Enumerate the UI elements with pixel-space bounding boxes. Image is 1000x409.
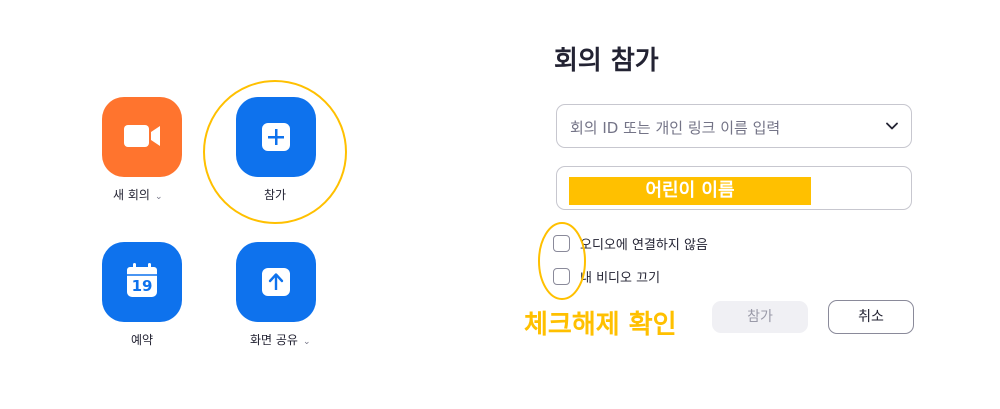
name-value: 어린이 이름 (569, 177, 811, 205)
schedule-tile[interactable]: 19 (102, 242, 182, 322)
calendar-day: 19 (131, 277, 153, 295)
meeting-id-placeholder: 회의 ID 또는 개인 링크 이름 입력 (570, 119, 781, 137)
join-button[interactable]: 참가 (712, 301, 808, 333)
cancel-button[interactable]: 취소 (828, 300, 914, 334)
share-screen-label[interactable]: 화면 공유 ⌄ (250, 331, 311, 348)
uncheck-annotation: 체크해제 확인 (524, 310, 677, 340)
share-screen-tile[interactable] (236, 242, 316, 322)
join-label: 참가 (264, 188, 287, 202)
dialog-title: 회의 참가 (554, 46, 659, 76)
schedule-label: 예약 (131, 333, 154, 347)
new-meeting-label[interactable]: 새 회의 ⌄ (113, 186, 162, 203)
chevron-down-icon[interactable] (885, 119, 899, 133)
name-input[interactable]: 어린이 이름 (556, 166, 912, 210)
upload-arrow-icon (262, 268, 290, 296)
join-tile[interactable] (236, 97, 316, 177)
video-off-label[interactable]: 내 비디오 끄기 (580, 267, 660, 286)
new-meeting-tile[interactable] (102, 97, 182, 177)
meeting-id-input[interactable]: 회의 ID 또는 개인 링크 이름 입력 (556, 104, 912, 148)
plus-icon (262, 123, 290, 151)
checkbox-highlight-ellipse (538, 222, 586, 300)
chevron-down-icon[interactable]: ⌄ (303, 337, 311, 347)
no-audio-label[interactable]: 오디오에 연결하지 않음 (580, 234, 708, 253)
video-camera-icon (124, 125, 160, 147)
chevron-down-icon[interactable]: ⌄ (155, 192, 163, 202)
